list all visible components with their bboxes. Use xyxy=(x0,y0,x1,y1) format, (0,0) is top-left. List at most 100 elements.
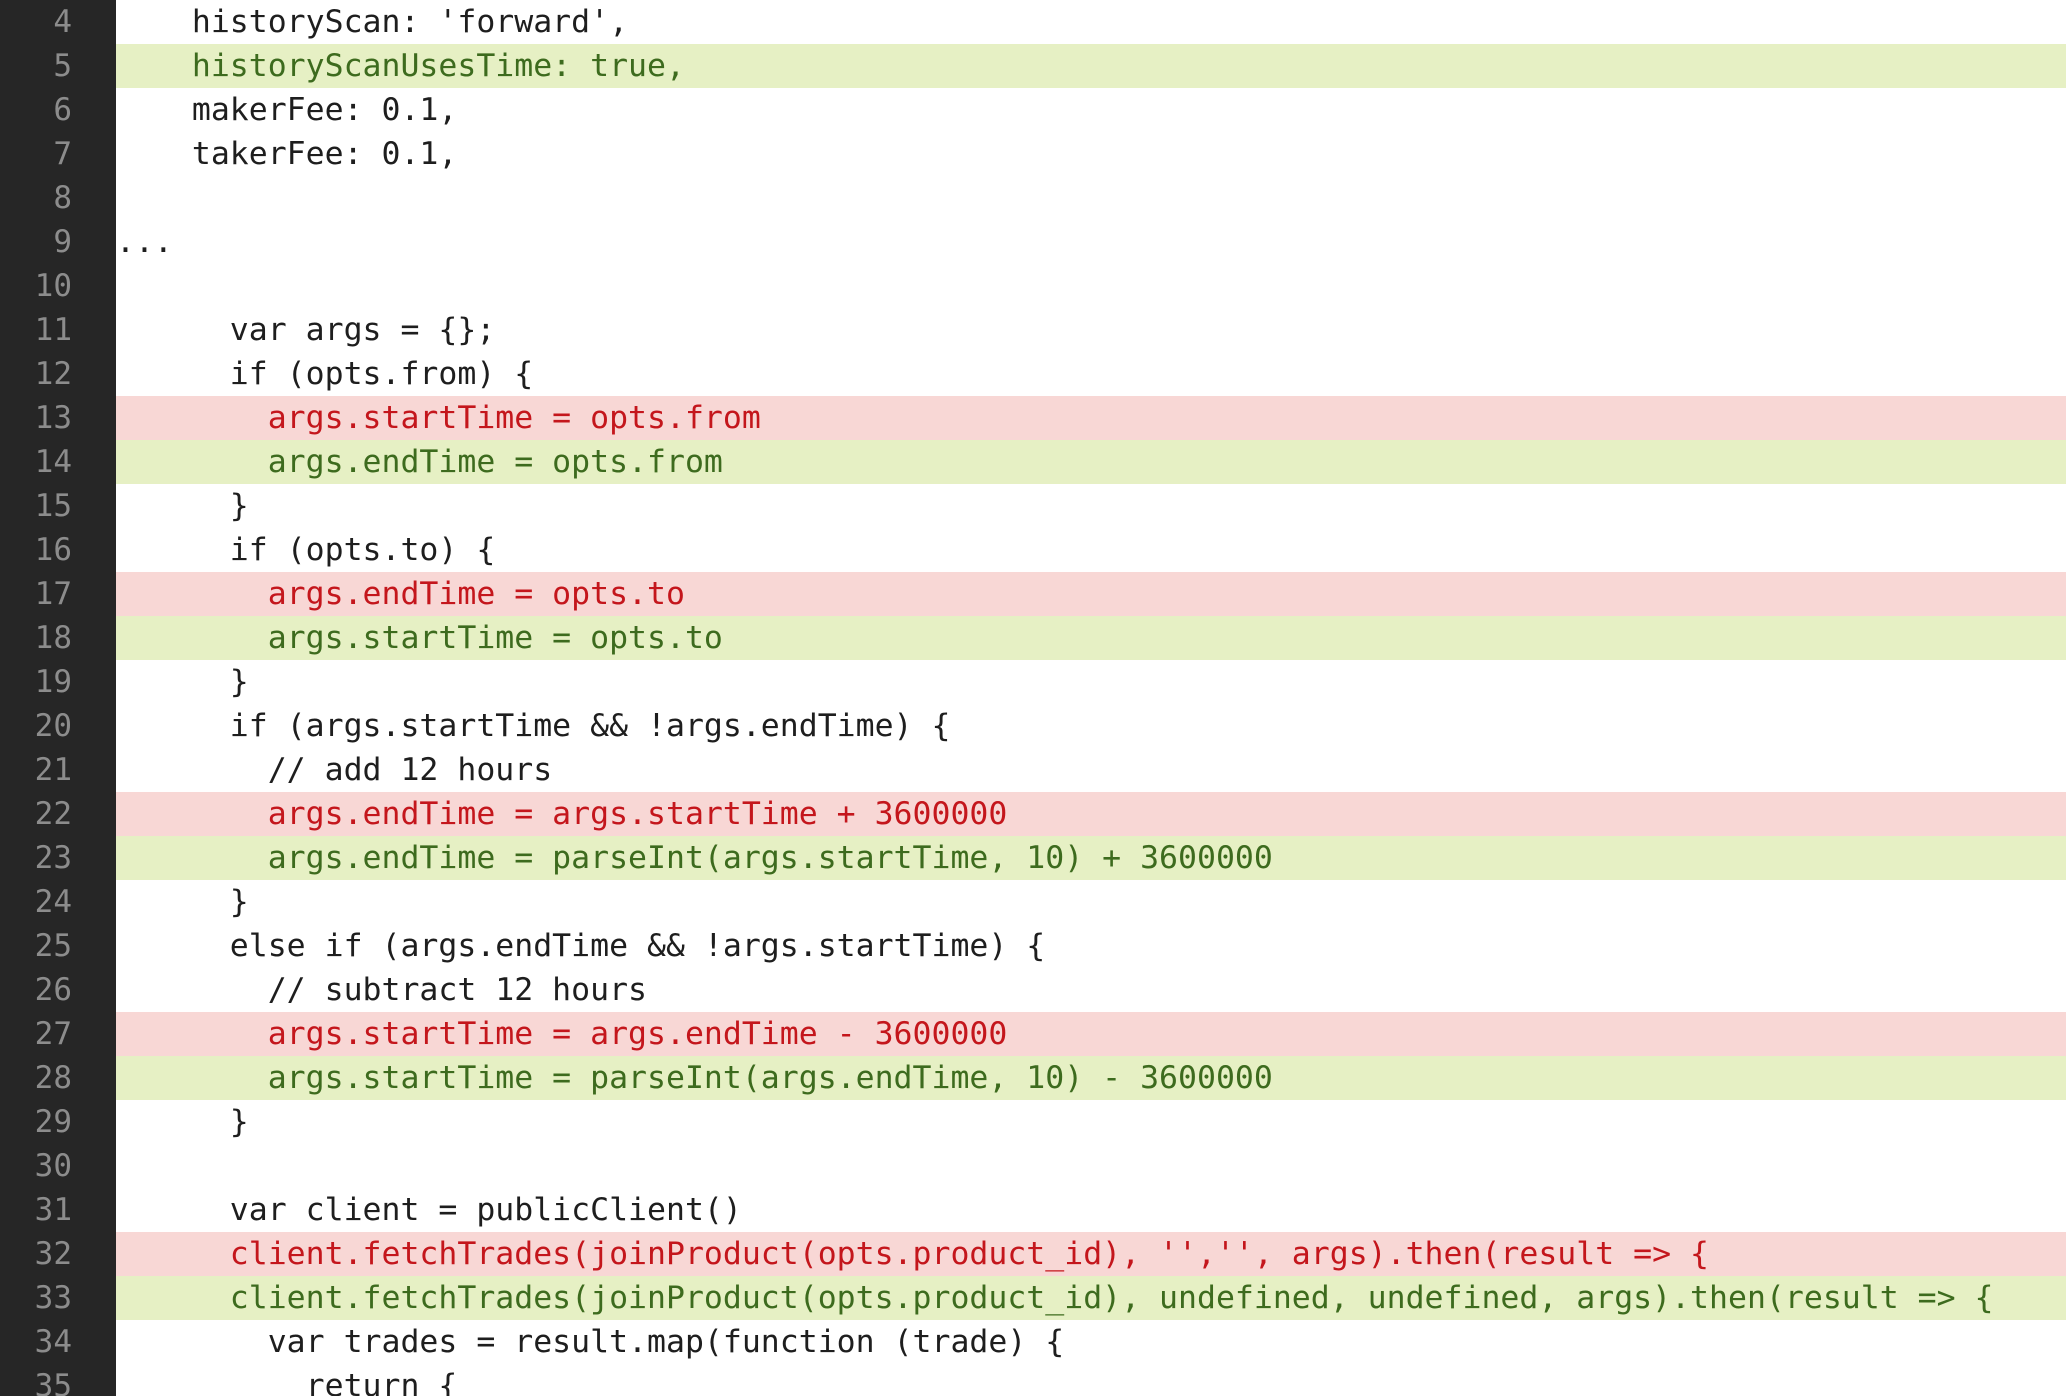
line-number: 34 xyxy=(34,1324,72,1360)
code-line[interactable]: 21 // add 12 hours xyxy=(0,748,2066,792)
line-content: args.startTime = parseInt(args.endTime, … xyxy=(116,1056,2066,1100)
code-line[interactable]: 25 else if (args.endTime && !args.startT… xyxy=(0,924,2066,968)
removed-code-line[interactable]: 22 args.endTime = args.startTime + 36000… xyxy=(0,792,2066,836)
removed-code-line[interactable]: 32 client.fetchTrades(joinProduct(opts.p… xyxy=(0,1232,2066,1276)
line-number: 17 xyxy=(34,576,72,612)
code-text: if (opts.from) { xyxy=(116,356,534,392)
line-content: var args = {}; xyxy=(116,308,2066,352)
line-number: 5 xyxy=(53,48,72,84)
line-content: // subtract 12 hours xyxy=(116,968,2066,1012)
code-text: historyScanUsesTime: true, xyxy=(116,48,685,84)
line-number: 15 xyxy=(34,488,72,524)
code-line[interactable]: 30 xyxy=(0,1144,2066,1188)
code-text: takerFee: 0.1, xyxy=(116,136,458,172)
line-content: takerFee: 0.1, xyxy=(116,132,2066,176)
line-content: args.endTime = opts.from xyxy=(116,440,2066,484)
line-number: 25 xyxy=(34,928,72,964)
line-number: 26 xyxy=(34,972,72,1008)
code-text: var trades = result.map(function (trade)… xyxy=(116,1324,1065,1360)
line-content: } xyxy=(116,1100,2066,1144)
code-line[interactable]: 9... xyxy=(0,220,2066,264)
code-text: args.endTime = parseInt(args.startTime, … xyxy=(116,840,1273,876)
line-content: args.endTime = parseInt(args.startTime, … xyxy=(116,836,2066,880)
added-code-line[interactable]: 14 args.endTime = opts.from xyxy=(0,440,2066,484)
added-code-line[interactable]: 5 historyScanUsesTime: true, xyxy=(0,44,2066,88)
line-content: args.startTime = args.endTime - 3600000 xyxy=(116,1012,2066,1056)
line-number: 28 xyxy=(34,1060,72,1096)
line-content: if (opts.from) { xyxy=(116,352,2066,396)
added-code-line[interactable]: 18 args.startTime = opts.to xyxy=(0,616,2066,660)
line-content xyxy=(116,1144,2066,1188)
code-text: } xyxy=(116,1104,249,1140)
code-text: args.startTime = args.endTime - 3600000 xyxy=(116,1016,1008,1052)
code-line[interactable]: 35 return { xyxy=(0,1364,2066,1396)
code-line[interactable]: 10 xyxy=(0,264,2066,308)
line-number: 6 xyxy=(53,92,72,128)
code-line[interactable]: 24 } xyxy=(0,880,2066,924)
line-number: 9 xyxy=(53,224,72,260)
code-line[interactable]: 26 // subtract 12 hours xyxy=(0,968,2066,1012)
code-text: args.startTime = opts.from xyxy=(116,400,761,436)
line-number: 13 xyxy=(34,400,72,436)
code-text: var args = {}; xyxy=(116,312,496,348)
added-code-line[interactable]: 33 client.fetchTrades(joinProduct(opts.p… xyxy=(0,1276,2066,1320)
code-text: makerFee: 0.1, xyxy=(116,92,458,128)
removed-code-line[interactable]: 13 args.startTime = opts.from xyxy=(0,396,2066,440)
code-line[interactable]: 7 takerFee: 0.1, xyxy=(0,132,2066,176)
code-line[interactable]: 34 var trades = result.map(function (tra… xyxy=(0,1320,2066,1364)
line-number: 24 xyxy=(34,884,72,920)
line-number: 11 xyxy=(34,312,72,348)
line-number: 18 xyxy=(34,620,72,656)
code-text: else if (args.endTime && !args.startTime… xyxy=(116,928,1046,964)
code-text: ... xyxy=(116,224,173,260)
code-text: historyScan: 'forward', xyxy=(116,4,629,40)
line-content: } xyxy=(116,484,2066,528)
code-line[interactable]: 15 } xyxy=(0,484,2066,528)
line-content: historyScan: 'forward', xyxy=(116,0,2066,44)
line-number: 31 xyxy=(34,1192,72,1228)
line-number: 4 xyxy=(53,4,72,40)
line-number: 27 xyxy=(34,1016,72,1052)
code-text: if (args.startTime && !args.endTime) { xyxy=(116,708,951,744)
code-text: client.fetchTrades(joinProduct(opts.prod… xyxy=(116,1236,1710,1272)
line-number: 23 xyxy=(34,840,72,876)
code-text: args.startTime = parseInt(args.endTime, … xyxy=(116,1060,1273,1096)
code-line[interactable]: 16 if (opts.to) { xyxy=(0,528,2066,572)
line-number: 35 xyxy=(34,1368,72,1396)
code-editor[interactable]: 4 historyScan: 'forward', 5 historyScanUs… xyxy=(0,0,2066,1396)
line-number: 16 xyxy=(34,532,72,568)
line-content: client.fetchTrades(joinProduct(opts.prod… xyxy=(116,1232,2066,1276)
code-line[interactable]: 4 historyScan: 'forward', xyxy=(0,0,2066,44)
code-line[interactable]: 20 if (args.startTime && !args.endTime) … xyxy=(0,704,2066,748)
line-content: if (args.startTime && !args.endTime) { xyxy=(116,704,2066,748)
line-number: 7 xyxy=(53,136,72,172)
line-content: } xyxy=(116,660,2066,704)
line-number: 10 xyxy=(34,268,72,304)
code-line[interactable]: 29 } xyxy=(0,1100,2066,1144)
code-line[interactable]: 8 xyxy=(0,176,2066,220)
code-text: } xyxy=(116,488,249,524)
line-content: makerFee: 0.1, xyxy=(116,88,2066,132)
line-content: // add 12 hours xyxy=(116,748,2066,792)
code-line[interactable]: 12 if (opts.from) { xyxy=(0,352,2066,396)
line-content: if (opts.to) { xyxy=(116,528,2066,572)
line-content xyxy=(116,264,2066,308)
code-line[interactable]: 11 var args = {}; xyxy=(0,308,2066,352)
code-line[interactable]: 31 var client = publicClient() xyxy=(0,1188,2066,1232)
code-text: // add 12 hours xyxy=(116,752,553,788)
code-line[interactable]: 6 makerFee: 0.1, xyxy=(0,88,2066,132)
line-content: historyScanUsesTime: true, xyxy=(116,44,2066,88)
diff-code-view[interactable]: 4 historyScan: 'forward', 5 historyScanUs… xyxy=(0,0,2066,1396)
code-text: } xyxy=(116,664,249,700)
added-code-line[interactable]: 23 args.endTime = parseInt(args.startTim… xyxy=(0,836,2066,880)
line-number: 33 xyxy=(34,1280,72,1316)
code-line[interactable]: 19 } xyxy=(0,660,2066,704)
code-text: args.endTime = opts.to xyxy=(116,576,685,612)
code-text: args.endTime = opts.from xyxy=(116,444,723,480)
removed-code-line[interactable]: 17 args.endTime = opts.to xyxy=(0,572,2066,616)
line-number: 20 xyxy=(34,708,72,744)
removed-code-line[interactable]: 27 args.startTime = args.endTime - 36000… xyxy=(0,1012,2066,1056)
added-code-line[interactable]: 28 args.startTime = parseInt(args.endTim… xyxy=(0,1056,2066,1100)
code-text: if (opts.to) { xyxy=(116,532,496,568)
line-content xyxy=(116,176,2066,220)
